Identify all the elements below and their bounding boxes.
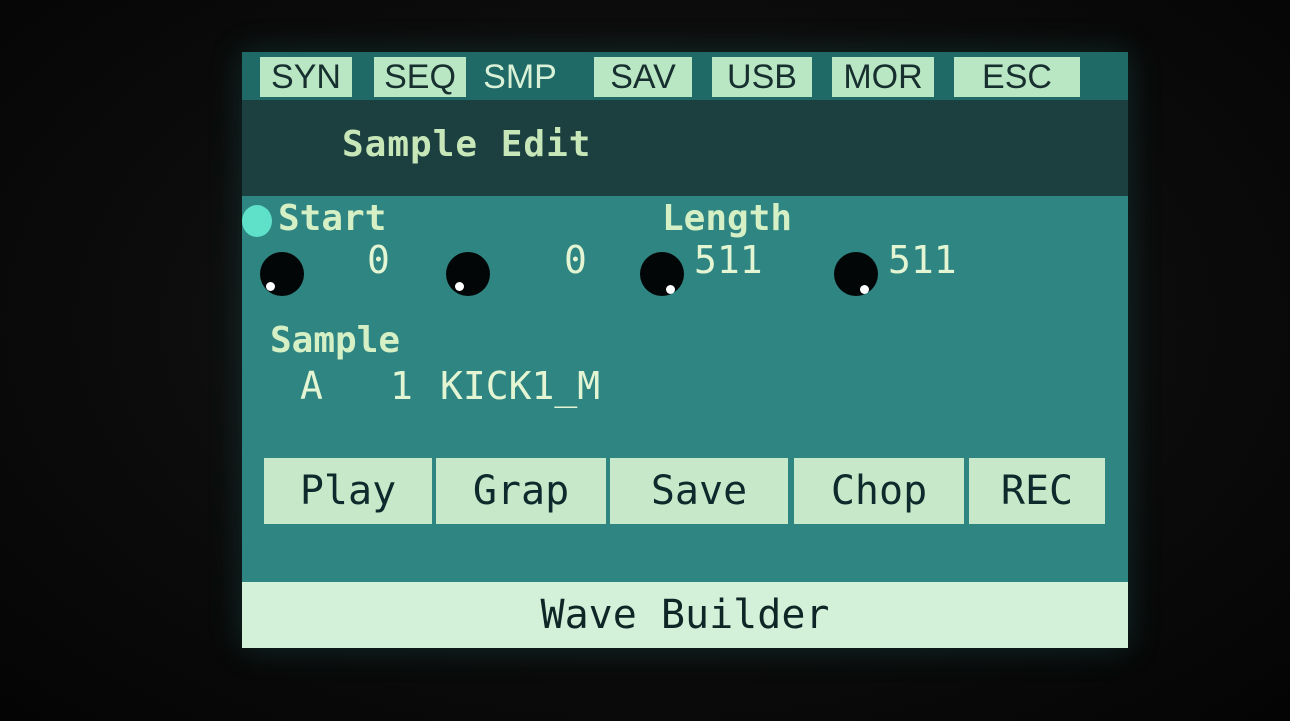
length-knob[interactable] [640, 252, 684, 296]
page-title: Sample Edit [342, 124, 592, 165]
knob-indicator-dot [455, 282, 464, 291]
sample-bank[interactable]: A [300, 364, 323, 408]
sample-number[interactable]: 1 [390, 364, 413, 408]
start-label: Start [278, 198, 387, 239]
chop-button[interactable]: Chop [794, 458, 964, 524]
length-value: 511 [694, 238, 763, 282]
play-button[interactable]: Play [264, 458, 432, 524]
start-knob[interactable] [260, 252, 304, 296]
tab-seq[interactable]: SEQ [374, 57, 466, 97]
tab-sav[interactable]: SAV [594, 57, 692, 97]
length-fine-knob[interactable] [834, 252, 878, 296]
start-fine-knob[interactable] [446, 252, 490, 296]
rec-button[interactable]: REC [969, 458, 1105, 524]
tab-mor[interactable]: MOR [832, 57, 934, 97]
length-label: Length [662, 198, 793, 239]
start-value: 0 [367, 238, 390, 282]
tab-usb[interactable]: USB [712, 57, 812, 97]
knob-indicator-dot [666, 285, 675, 294]
graph-button[interactable]: Grap [436, 458, 606, 524]
start-fine-value: 0 [564, 238, 587, 282]
tab-smp[interactable]: SMP [470, 57, 570, 97]
footer-label: Wave Builder [242, 582, 1128, 648]
tab-esc[interactable]: ESC [954, 57, 1080, 97]
length-fine-value: 511 [888, 238, 957, 282]
menu-tab-row: SYN SEQ SMP SAV USB MOR ESC [242, 52, 1128, 100]
knob-indicator-dot [266, 282, 275, 291]
selection-indicator [242, 205, 272, 237]
sample-label: Sample [270, 320, 401, 361]
save-button[interactable]: Save [610, 458, 788, 524]
sample-name[interactable]: KICK1_M [440, 364, 600, 408]
knob-indicator-dot [860, 285, 869, 294]
lcd-screen: SYN SEQ SMP SAV USB MOR ESC Sample Edit … [242, 52, 1128, 648]
tab-syn[interactable]: SYN [260, 57, 352, 97]
